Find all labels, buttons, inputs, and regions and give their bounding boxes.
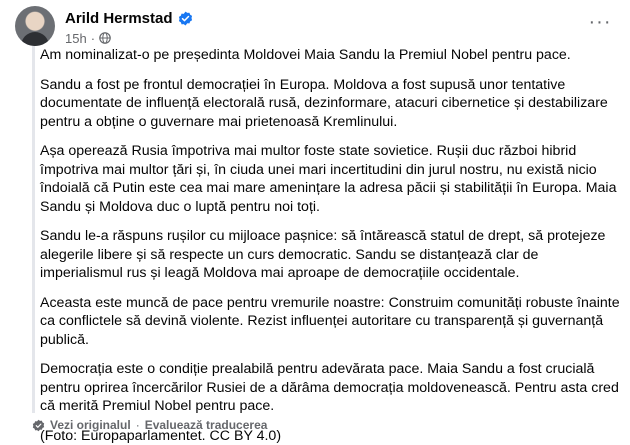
translation-footer: Vezi originalul · Evaluează traducerea	[32, 416, 267, 434]
paragraph-2: Sandu a fost pe frontul democrației în E…	[40, 76, 620, 132]
footer-separator: ·	[136, 418, 140, 432]
verified-badge-icon	[178, 11, 193, 26]
paragraph-1: Am nominalizat-o pe președinta Moldovei …	[40, 46, 620, 65]
translate-icon	[32, 419, 45, 432]
post-header: Arild Hermstad 15h · ···	[15, 6, 615, 46]
author-avatar[interactable]	[15, 6, 55, 46]
paragraph-5: Aceasta este muncă de pace pentru vremur…	[40, 294, 620, 350]
rate-translation-link[interactable]: Evaluează traducerea	[145, 418, 268, 432]
paragraph-3: Așa operează Rusia împotriva mai multor …	[40, 142, 620, 216]
avatar-figure	[21, 32, 49, 46]
author-row: Arild Hermstad	[65, 8, 193, 28]
view-original-link[interactable]: Vezi originalul	[50, 418, 131, 432]
post-text: Am nominalizat-o pe președinta Moldovei …	[32, 46, 620, 413]
post-timestamp[interactable]: 15h	[65, 31, 87, 46]
author-name[interactable]: Arild Hermstad	[65, 10, 173, 27]
paragraph-4: Sandu le-a răspuns rușilor cu mijloace p…	[40, 227, 620, 283]
globe-icon[interactable]	[99, 32, 111, 44]
meta-separator: ·	[91, 31, 95, 46]
more-options-button[interactable]: ···	[585, 10, 615, 34]
paragraph-6: Democrația este o condiție prealabilă pe…	[40, 360, 620, 416]
post-meta: 15h ·	[65, 30, 111, 46]
